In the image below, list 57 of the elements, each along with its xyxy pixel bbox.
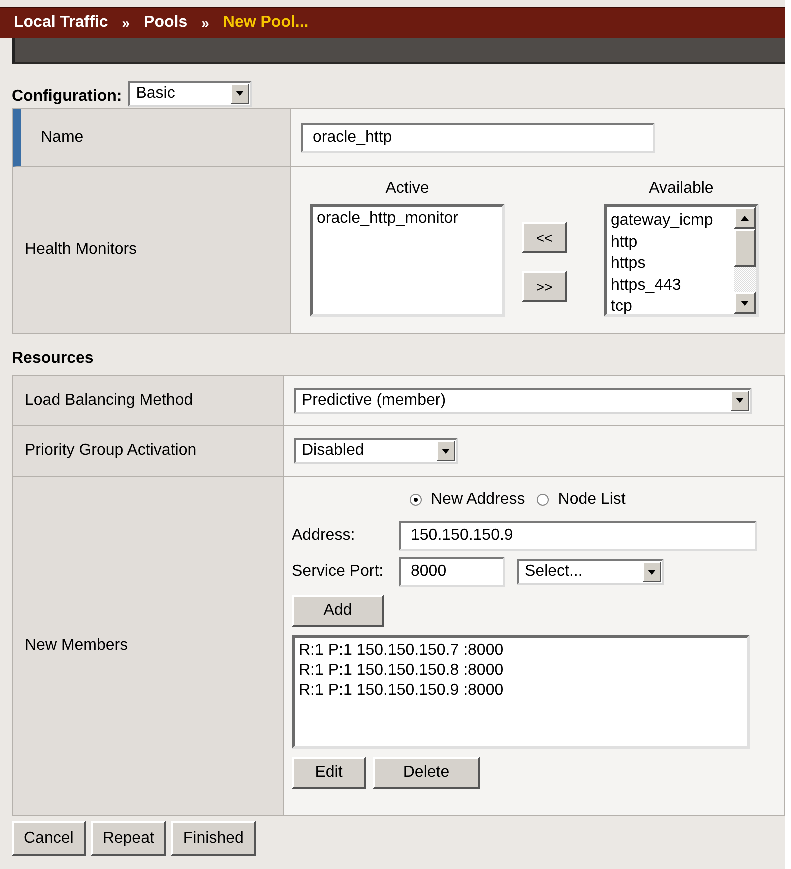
dropdown-icon [643, 562, 661, 582]
scroll-down-button[interactable] [734, 292, 756, 314]
active-heading: Active [386, 180, 430, 198]
monitor-option[interactable]: tcp [611, 296, 734, 314]
radio-button[interactable] [537, 494, 550, 506]
health-monitors-label: Health Monitors [13, 167, 291, 334]
scroll-thumb[interactable] [734, 229, 756, 267]
member-option[interactable]: R:1 P:1 150.150.150.7 :8000 [299, 641, 743, 661]
member-option[interactable]: R:1 P:1 150.150.150.8 :8000 [299, 661, 743, 681]
member-option[interactable]: R:1 P:1 150.150.150.9 :8000 [299, 681, 743, 701]
address-label: Address: [292, 527, 356, 545]
radio-label[interactable]: Node List [558, 491, 626, 509]
scroll-up-button[interactable] [734, 207, 756, 229]
monitor-option[interactable]: https_443 [611, 274, 734, 296]
monitor-option[interactable]: https [611, 253, 734, 274]
name-input[interactable]: oracle_http [301, 122, 655, 152]
dropdown-icon [231, 84, 250, 104]
field-label: New Members [13, 477, 284, 816]
footer-button[interactable]: Cancel [12, 821, 86, 856]
service-select[interactable]: Select... [517, 559, 664, 585]
breadcrumb-current: New Pool... [223, 14, 309, 32]
configuration-label: Configuration: [12, 88, 122, 106]
move-button[interactable]: >> [522, 271, 567, 302]
edit-button[interactable]: Edit [292, 757, 366, 789]
dropdown-icon [437, 441, 455, 461]
service-port-input[interactable]: 8000 [399, 557, 505, 587]
delete-button[interactable]: Delete [373, 757, 480, 789]
move-button[interactable]: << [522, 222, 567, 253]
down-arrow-icon [741, 300, 749, 306]
breadcrumb-link[interactable]: Local Traffic [14, 14, 108, 32]
active-monitors-list[interactable]: oracle_http_monitor [310, 204, 505, 317]
footer-button[interactable]: Finished [171, 821, 256, 856]
breadcrumb-separator: » [122, 15, 130, 31]
load-balancing-select[interactable]: Predictive (member) [294, 388, 752, 414]
up-arrow-icon [741, 216, 749, 220]
members-list[interactable]: R:1 P:1 150.150.150.7 :8000 R:1 P:1 150.150.150.8 :8000 R:1 P:1 150.150.150.9 :8000 [292, 635, 750, 749]
monitor-option[interactable]: oracle_http_monitor [317, 209, 498, 229]
configuration-select[interactable]: Basic [128, 80, 252, 106]
scrollbar[interactable] [734, 207, 756, 314]
footer-button[interactable]: Repeat [90, 821, 166, 856]
available-heading: Available [649, 180, 714, 198]
available-monitors-list[interactable]: gateway_icmp http https https_443 tcp [604, 204, 759, 317]
service-port-label: Service Port: [292, 563, 385, 581]
radio-label[interactable]: New Address [431, 491, 526, 509]
dropdown-icon [731, 390, 749, 410]
name-label: Name [13, 109, 291, 167]
field-label: Load Balancing Method [13, 376, 284, 426]
address-input[interactable]: 150.150.150.9 [399, 521, 757, 551]
breadcrumb-separator: » [202, 15, 210, 31]
add-button[interactable]: Add [292, 595, 384, 627]
section-heading: Resources [11, 349, 95, 369]
field-label: Priority Group Activation [13, 426, 284, 477]
radio-button[interactable] [410, 494, 422, 506]
monitor-option[interactable]: http [611, 232, 734, 253]
monitor-option[interactable]: gateway_icmp [611, 210, 734, 232]
priority-group-select[interactable]: Disabled [294, 438, 458, 464]
breadcrumb-link[interactable]: Pools [144, 14, 188, 32]
